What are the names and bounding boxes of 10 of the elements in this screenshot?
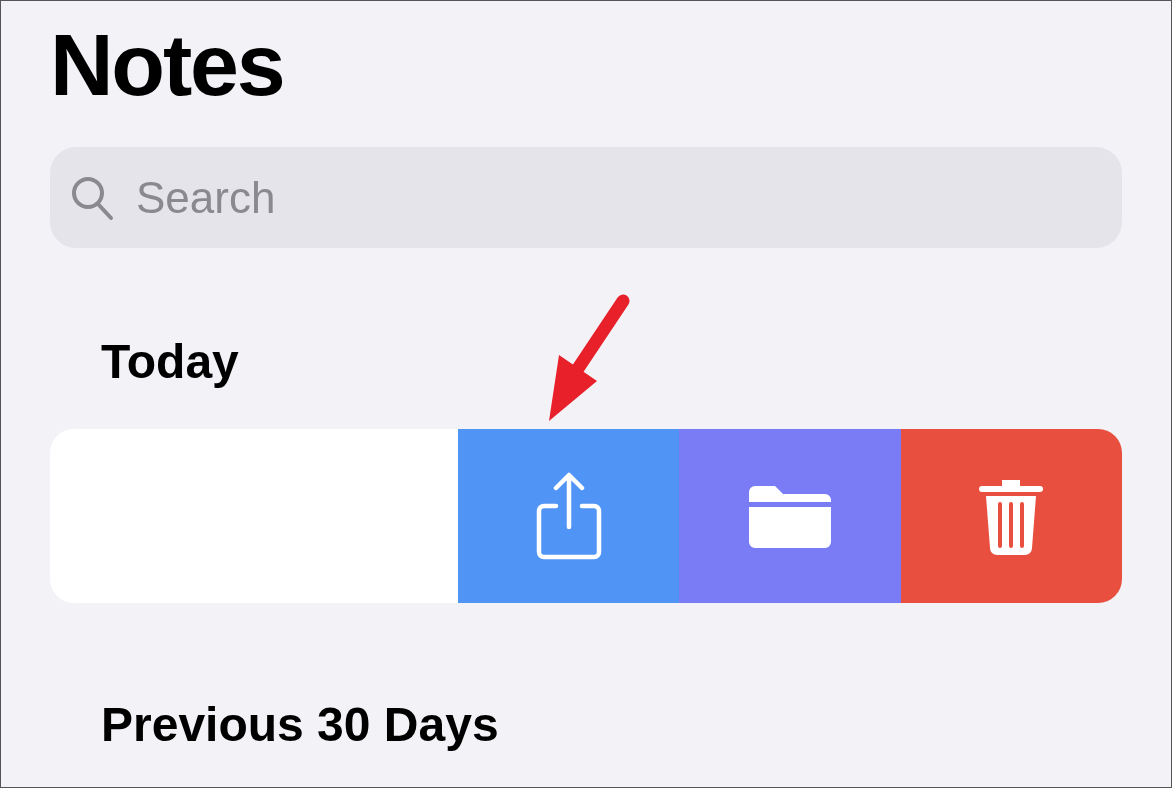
folder-icon <box>749 484 831 548</box>
section-header: Today <box>101 338 240 386</box>
page-title: Notes <box>50 21 285 109</box>
search-field[interactable]: Search <box>50 147 1122 248</box>
share-action-button[interactable] <box>458 429 680 603</box>
delete-action-button[interactable] <box>900 429 1122 603</box>
section-header: Previous 30 Days <box>101 701 500 749</box>
search-icon <box>70 175 114 221</box>
share-icon <box>535 472 602 560</box>
folder-action-button[interactable] <box>679 429 901 603</box>
